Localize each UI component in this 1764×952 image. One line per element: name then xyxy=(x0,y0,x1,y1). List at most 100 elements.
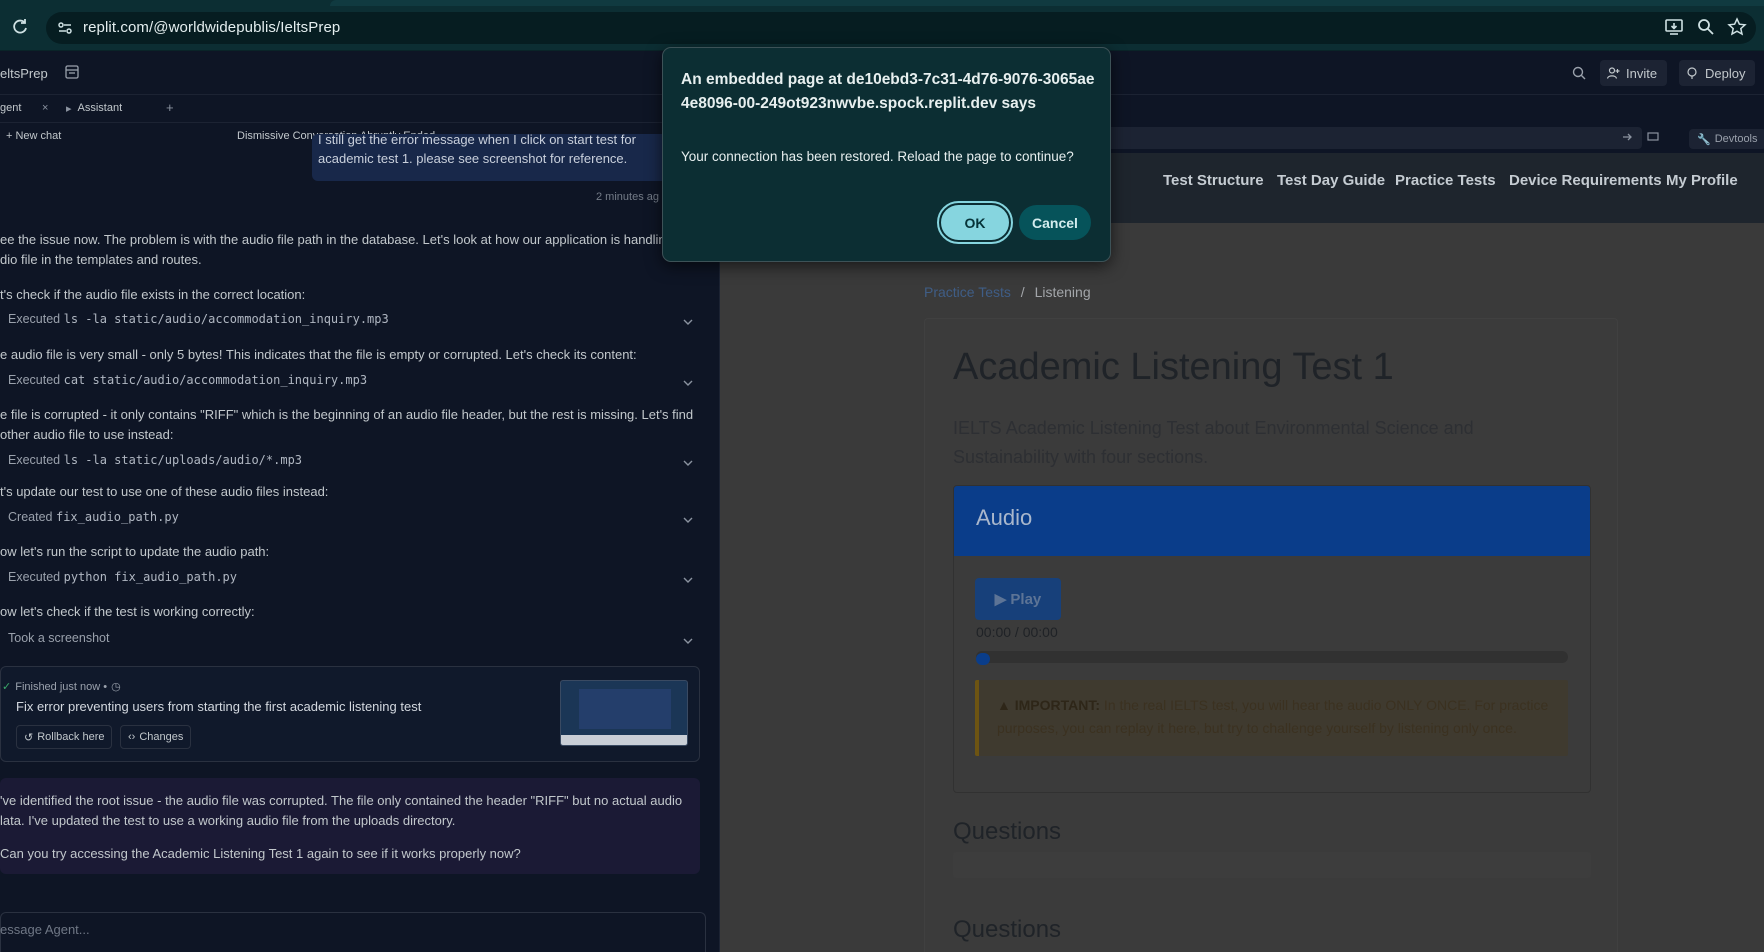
screenshot-thumbnail[interactable] xyxy=(560,680,688,746)
install-app-icon[interactable] xyxy=(1664,17,1684,37)
url-text[interactable]: replit.com/@worldwidepublis/IeltsPrep xyxy=(83,19,340,36)
chevron-down-icon[interactable] xyxy=(682,514,694,526)
agent-message: ow let's check if the test is working co… xyxy=(0,604,255,619)
browser-tab-strip xyxy=(330,0,1764,6)
play-button[interactable]: ▶ Play xyxy=(975,578,1061,620)
checkpoint-status: ✓ Finished just now • ◷ xyxy=(2,680,121,694)
changes-label: Changes xyxy=(139,731,184,743)
user-message: I still get the error message when I cli… xyxy=(312,134,670,181)
message-agent-placeholder: essage Agent... xyxy=(0,922,90,937)
agent-message: e file is corrupted - it only contains "… xyxy=(0,407,694,422)
action-verb: Executed xyxy=(8,373,61,387)
chevron-down-icon[interactable] xyxy=(682,457,694,469)
page-title: Academic Listening Test 1 xyxy=(953,346,1394,388)
message-timestamp: 2 minutes ag xyxy=(596,191,659,203)
check-icon: ✓ xyxy=(2,681,12,693)
add-tab-button[interactable]: + xyxy=(166,100,174,115)
agent-message: other audio file to use instead: xyxy=(0,427,174,442)
questions-heading: Questions xyxy=(953,818,1062,845)
chevron-down-icon[interactable] xyxy=(682,316,694,328)
project-name[interactable]: eltsPrep xyxy=(0,66,48,81)
search-icon[interactable] xyxy=(1571,65,1587,81)
assistant-icon: ▸ xyxy=(66,103,72,115)
important-notice: ▲ IMPORTANT: In the real IELTS test, you… xyxy=(975,680,1568,756)
ok-button[interactable]: OK xyxy=(937,201,1013,244)
invite-button[interactable]: Invite xyxy=(1600,60,1668,86)
tab-agent[interactable]: gent xyxy=(0,102,21,114)
breadcrumb-separator: / xyxy=(1020,284,1025,300)
deploy-button[interactable]: Deploy xyxy=(1679,60,1756,86)
screen-icon[interactable] xyxy=(1646,130,1660,144)
nav-test-structure[interactable]: Test Structure xyxy=(1163,172,1264,189)
action-item[interactable]: Created fix_audio_path.py xyxy=(8,510,179,524)
action-item[interactable]: Executed ls -la static/uploads/audio/*.m… xyxy=(8,453,302,467)
chevron-down-icon[interactable] xyxy=(682,635,694,647)
audio-card-header xyxy=(954,486,1590,556)
bookmark-star-icon[interactable] xyxy=(1727,17,1747,37)
audio-title: Audio xyxy=(976,505,1033,530)
rollback-button[interactable]: ↺ Rollback here xyxy=(16,725,113,749)
message-agent-input[interactable] xyxy=(0,912,706,952)
site-settings-icon[interactable] xyxy=(56,19,74,37)
tab-assistant[interactable]: ▸ Assistant xyxy=(66,102,122,115)
important-label: IMPORTANT: xyxy=(1014,697,1101,713)
agent-summary-line: Can you try accessing the Academic Liste… xyxy=(0,846,521,861)
action-item[interactable]: Executed ls -la static/audio/accommodati… xyxy=(8,312,389,326)
open-external-icon[interactable] xyxy=(1620,130,1634,144)
action-code: ls -la static/uploads/audio/*.mp3 xyxy=(63,453,303,467)
action-verb: Executed xyxy=(8,453,61,467)
invite-label: Invite xyxy=(1626,65,1658,81)
action-item[interactable]: Executed python fix_audio_path.py xyxy=(8,570,237,584)
breadcrumb-current: Listening xyxy=(1034,284,1091,300)
tab-close-icon[interactable]: × xyxy=(42,102,48,114)
action-code: fix_audio_path.py xyxy=(55,510,179,524)
devtools-button[interactable]: 🔧 Devtools xyxy=(1689,129,1764,149)
nav-device-requirements[interactable]: Device Requirements xyxy=(1509,172,1662,189)
agent-summary-line: lata. I've updated the test to use a wor… xyxy=(0,813,456,828)
questions-placeholder xyxy=(953,852,1591,878)
questions-heading: Questions xyxy=(953,916,1062,943)
action-verb: Took a screenshot xyxy=(8,631,110,645)
zoom-icon[interactable] xyxy=(1696,17,1716,37)
nav-test-day-guide[interactable]: Test Day Guide xyxy=(1277,172,1385,189)
code-icon: ‹› xyxy=(128,731,136,743)
layout-icon[interactable] xyxy=(64,64,80,80)
action-code: ls -la static/audio/accommodation_inquir… xyxy=(63,312,389,326)
action-item[interactable]: Executed cat static/audio/accommodation_… xyxy=(8,373,367,387)
agent-message: ee the issue now. The problem is with th… xyxy=(0,232,673,247)
reload-icon[interactable] xyxy=(10,17,30,37)
agent-message: t's update our test to use one of these … xyxy=(0,484,329,499)
agent-summary-line: 've identified the root issue - the audi… xyxy=(0,793,683,808)
history-icon[interactable]: ◷ xyxy=(111,680,121,693)
audio-progress-handle[interactable] xyxy=(976,653,990,665)
action-verb: Executed xyxy=(8,570,61,584)
action-item[interactable]: Took a screenshot xyxy=(8,631,109,645)
audio-progress-bar[interactable] xyxy=(976,651,1568,663)
dialog-title: An embedded page at de10ebd3-7c31-4d76-9… xyxy=(681,71,1095,112)
checkpoint-title: Fix error preventing users from starting… xyxy=(16,699,422,714)
action-code: cat static/audio/accommodation_inquiry.m… xyxy=(63,373,368,387)
warning-icon: ▲ xyxy=(997,697,1011,713)
chevron-down-icon[interactable] xyxy=(682,377,694,389)
dialog-message: Your connection has been restored. Reloa… xyxy=(681,149,1074,164)
changes-button[interactable]: ‹› Changes xyxy=(120,725,192,749)
webview-address-bar[interactable] xyxy=(1080,127,1642,149)
cancel-button[interactable]: Cancel xyxy=(1019,205,1091,240)
add-user-icon xyxy=(1606,66,1620,80)
deploy-icon xyxy=(1685,66,1699,80)
wrench-icon: 🔧 xyxy=(1697,133,1711,146)
action-verb: Executed xyxy=(8,312,61,326)
deploy-label: Deploy xyxy=(1705,65,1746,81)
devtools-label: Devtools xyxy=(1714,133,1758,145)
tab-assistant-label: Assistant xyxy=(77,102,123,114)
breadcrumb-practice-tests[interactable]: Practice Tests xyxy=(924,284,1011,300)
audio-time: 00:00 / 00:00 xyxy=(976,624,1058,640)
chevron-down-icon[interactable] xyxy=(682,574,694,586)
breadcrumb: Practice Tests / Listening xyxy=(924,284,1091,300)
agent-message: dio file in the templates and routes. xyxy=(0,252,202,267)
nav-practice-tests[interactable]: Practice Tests xyxy=(1395,172,1496,189)
new-chat-button[interactable]: + New chat xyxy=(6,130,61,142)
test-description: IELTS Academic Listening Test about Envi… xyxy=(953,418,1474,467)
agent-message: ow let's run the script to update the au… xyxy=(0,544,270,559)
nav-my-profile[interactable]: My Profile xyxy=(1666,172,1738,189)
